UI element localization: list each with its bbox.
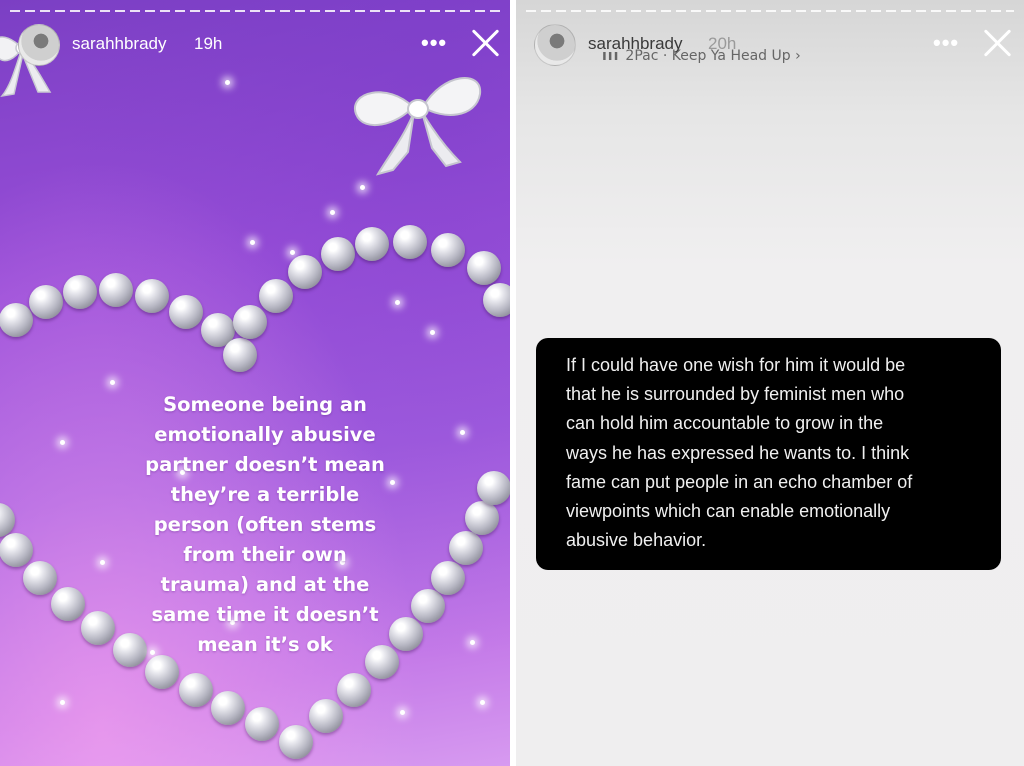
sparkle [60,700,65,705]
gem [431,233,465,267]
gem [135,279,169,313]
story-text-line: trauma) and at the [160,573,370,596]
username[interactable]: sarahhbrady [72,34,167,54]
sparkle [110,380,115,385]
gem [288,255,322,289]
gem [145,655,179,689]
sparkle [330,210,335,215]
sparkle [480,700,485,705]
story-left[interactable]: sarahhbrady 19h ••• Someone being an emo… [0,0,510,766]
gem [337,673,371,707]
story-text-line: viewpoints which can enable emotionally [566,501,891,522]
story-text-line: emotionally abusive [154,423,376,446]
gem [449,531,483,565]
story-text-line: person (often stems [153,513,377,536]
sparkle [360,185,365,190]
gem [81,611,115,645]
gem [483,283,510,317]
gem [279,725,313,759]
gem [245,707,279,741]
close-icon[interactable] [982,28,1012,58]
gem [477,471,510,505]
gem [51,587,85,621]
gem [23,561,57,595]
gem [411,589,445,623]
gem [355,227,389,261]
music-bars-icon: ııı [602,48,620,64]
sparkle [460,430,465,435]
gem [233,305,267,339]
more-options-button[interactable]: ••• [421,30,447,56]
text-card: If I could have one wish for him it woul… [536,338,1001,570]
story-progress-bar [10,10,500,12]
story-header: sarahhbrady 19h ••• [14,22,496,68]
sparkle [250,240,255,245]
sparkle [470,640,475,645]
sparkle [430,330,435,335]
avatar[interactable] [534,24,576,66]
gem [0,303,33,337]
sparkle [395,300,400,305]
story-text-line: abusive behavior. [566,530,707,551]
more-options-button[interactable]: ••• [933,30,959,56]
sparkle [100,560,105,565]
gem [465,501,499,535]
story-text-line: mean it’s ok [197,633,333,656]
close-icon[interactable] [470,28,500,58]
gem [63,275,97,309]
gem [29,285,63,319]
gem [467,251,501,285]
story-text-line: can hold him accountable to grow in the [566,413,884,434]
story-text-line: from their own [183,543,347,566]
music-label: 2Pac · Keep Ya Head Up › [625,48,801,64]
avatar[interactable] [18,24,60,66]
gem [321,237,355,271]
gem [179,673,213,707]
sparkle [290,250,295,255]
gem [169,295,203,329]
gem [211,691,245,725]
gem [99,273,133,307]
story-text: Someone being an emotionally abusive par… [135,390,395,660]
bow-icon [353,77,482,176]
story-text-line: ways he has expressed he wants to. I thi… [566,442,910,463]
story-text: If I could have one wish for him it woul… [566,351,986,555]
sparkle [225,80,230,85]
music-attribution[interactable]: ııı 2Pac · Keep Ya Head Up › [602,48,801,64]
gem [309,699,343,733]
sparkle [400,710,405,715]
timestamp: 19h [194,34,223,53]
story-progress-bar [526,10,1014,12]
sparkle [60,440,65,445]
story-right[interactable]: sarahhbrady 20h ııı 2Pac · Keep Ya Head U… [516,0,1024,766]
gem [431,561,465,595]
gem [0,533,33,567]
story-text-line: fame can put people in an echo chamber o… [566,471,913,492]
story-text-line: that he is surrounded by feminist men wh… [566,384,905,405]
gem [393,225,427,259]
story-text-line: partner doesn’t mean [145,453,385,476]
story-text-line: If I could have one wish for him it woul… [566,355,906,375]
story-header: sarahhbrady 20h ııı 2Pac · Keep Ya Head U… [530,22,1010,68]
story-text-line: same time it doesn’t [151,603,379,626]
gem [259,279,293,313]
gem [0,503,15,537]
story-text-line: Someone being an [163,393,367,416]
gem [223,338,257,372]
story-text-line: they’re a terrible [170,483,360,506]
